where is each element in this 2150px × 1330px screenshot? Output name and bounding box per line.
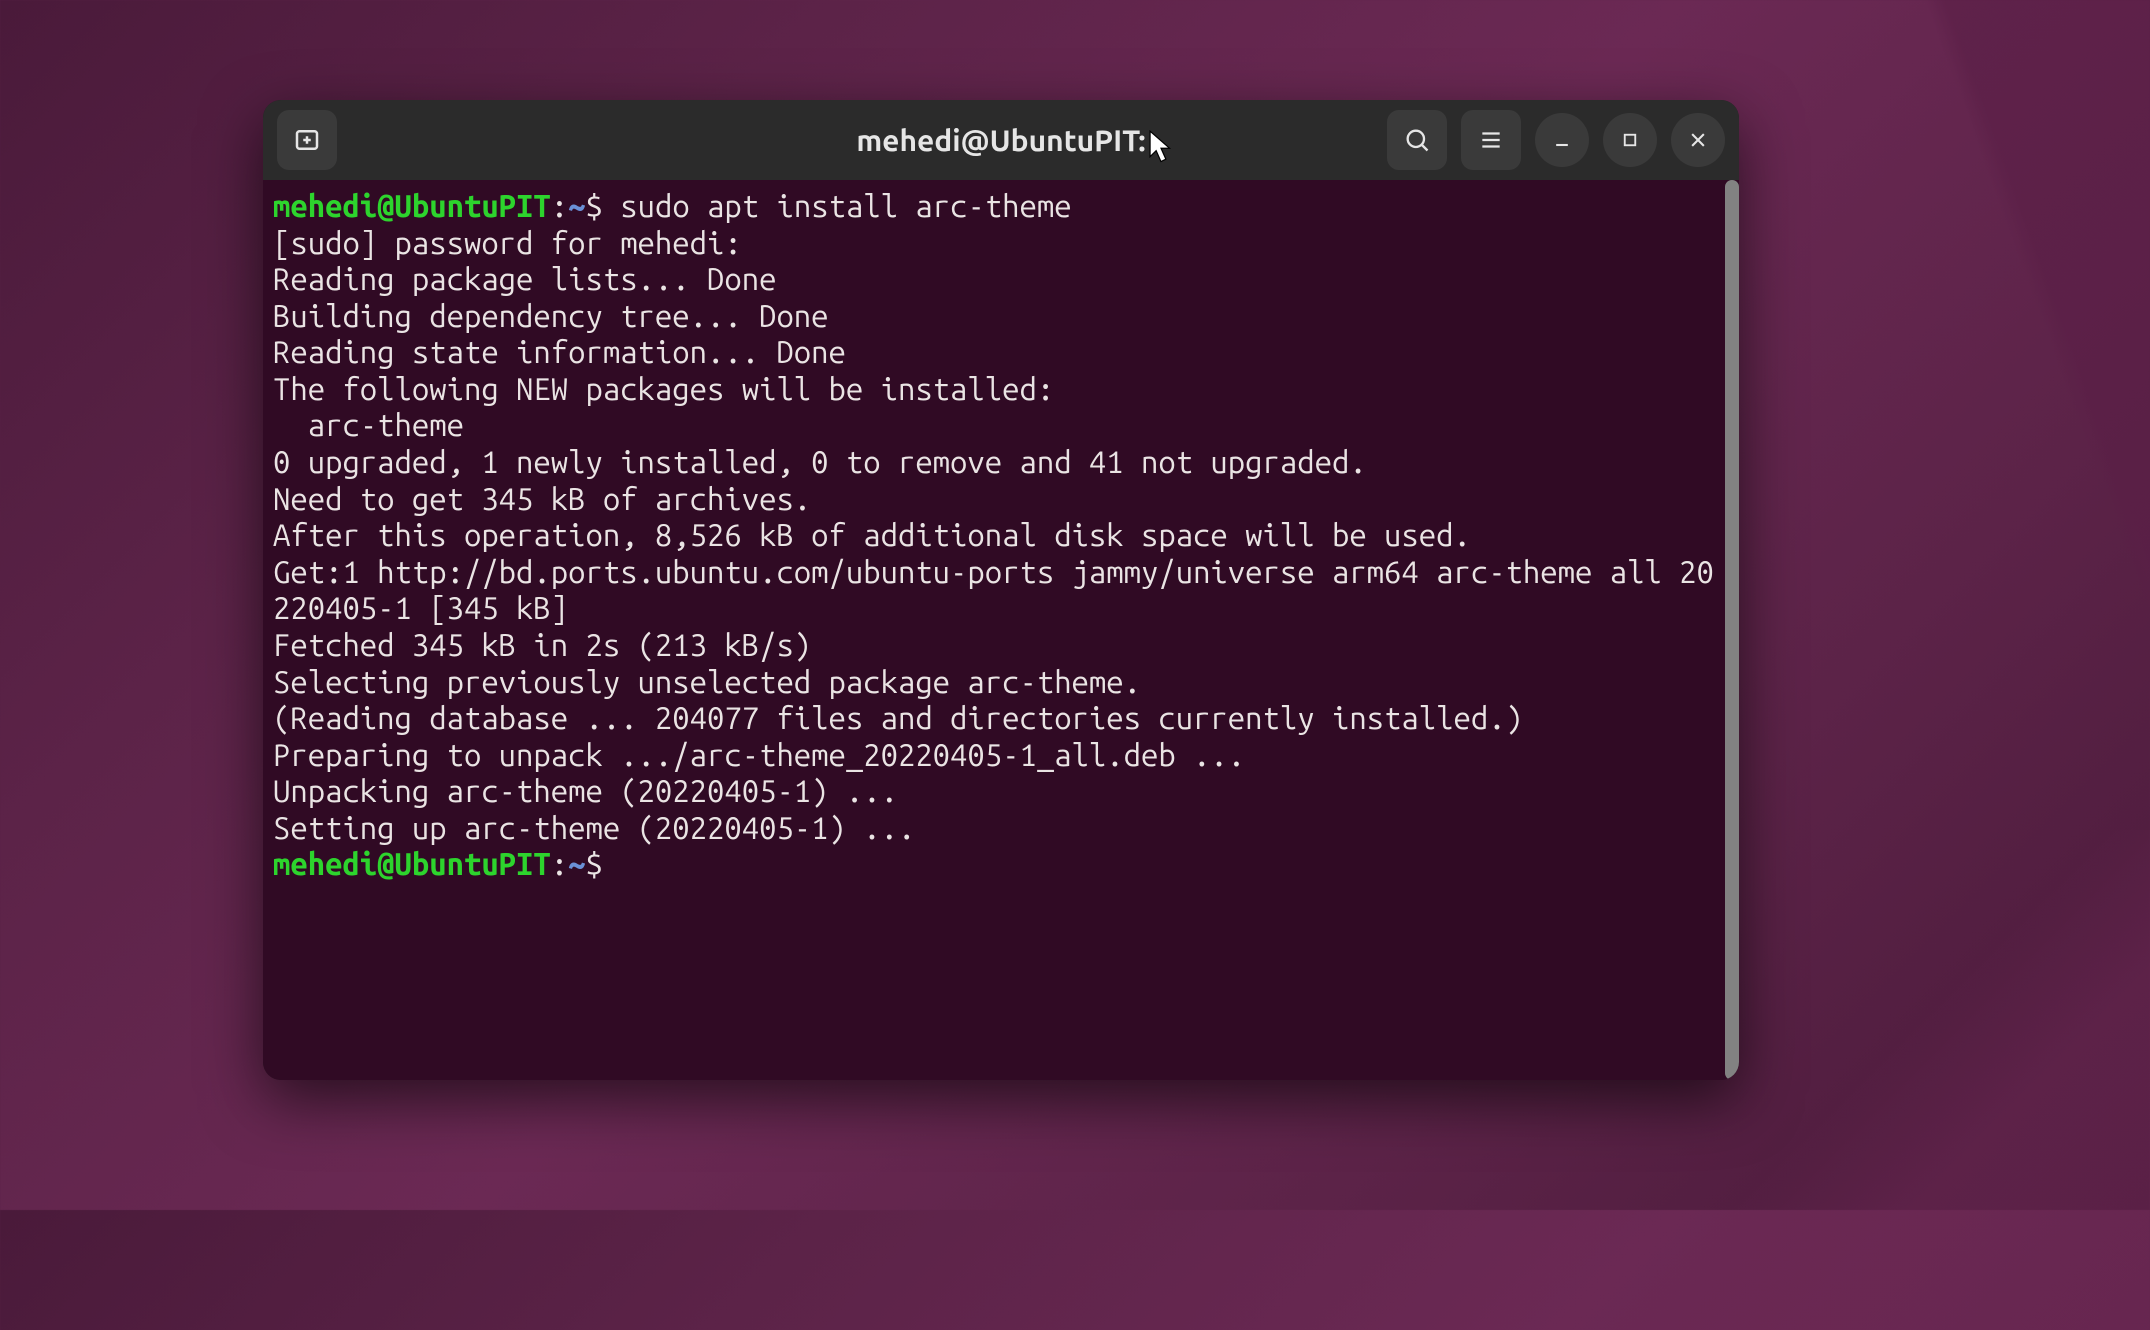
terminal-line: Reading state information... Done — [273, 334, 1729, 371]
search-button[interactable] — [1387, 110, 1447, 170]
maximize-icon — [1621, 131, 1639, 149]
terminal-line: Building dependency tree... Done — [273, 298, 1729, 335]
minimize-icon — [1552, 130, 1572, 150]
terminal-line: Fetched 345 kB in 2s (213 kB/s) — [273, 627, 1729, 664]
terminal-line: Selecting previously unselected package … — [273, 664, 1729, 701]
prompt-user-host: mehedi@UbuntuPIT — [273, 846, 551, 881]
terminal-window: mehedi@UbuntuPIT: — [263, 100, 1739, 1080]
new-tab-icon — [292, 125, 322, 155]
prompt-colon: : — [551, 188, 568, 223]
titlebar[interactable]: mehedi@UbuntuPIT: — [263, 100, 1739, 180]
terminal-line: Reading package lists... Done — [273, 261, 1729, 298]
scrollbar[interactable] — [1725, 180, 1739, 1080]
command-text: sudo apt install arc-theme — [620, 188, 1071, 223]
terminal-line: mehedi@UbuntuPIT:~$ — [273, 846, 1729, 883]
prompt-colon: : — [551, 846, 568, 881]
terminal-body[interactable]: mehedi@UbuntuPIT:~$ sudo apt install arc… — [263, 180, 1739, 1080]
terminal-line: The following NEW packages will be insta… — [273, 371, 1729, 408]
terminal-line: (Reading database ... 204077 files and d… — [273, 700, 1729, 737]
prompt-user-host: mehedi@UbuntuPIT — [273, 188, 551, 223]
new-tab-button[interactable] — [277, 110, 337, 170]
terminal-line: Get:1 http://bd.ports.ubuntu.com/ubuntu-… — [273, 554, 1729, 627]
prompt-symbol: $ — [586, 188, 603, 223]
terminal-line: After this operation, 8,526 kB of additi… — [273, 517, 1729, 554]
prompt-symbol: $ — [586, 846, 603, 881]
terminal-line: Setting up arc-theme (20220405-1) ... — [273, 810, 1729, 847]
terminal-line: Unpacking arc-theme (20220405-1) ... — [273, 773, 1729, 810]
terminal-line: Need to get 345 kB of archives. — [273, 481, 1729, 518]
prompt-path: ~ — [568, 846, 585, 881]
close-button[interactable] — [1671, 113, 1725, 167]
terminal-line: Preparing to unpack .../arc-theme_202204… — [273, 737, 1729, 774]
terminal-line: arc-theme — [273, 407, 1729, 444]
terminal-line: [sudo] password for mehedi: — [273, 225, 1729, 262]
terminal-line: mehedi@UbuntuPIT:~$ sudo apt install arc… — [273, 188, 1729, 225]
maximize-button[interactable] — [1603, 113, 1657, 167]
search-icon — [1403, 126, 1431, 154]
prompt-path: ~ — [568, 188, 585, 223]
menu-button[interactable] — [1461, 110, 1521, 170]
terminal-line: 0 upgraded, 1 newly installed, 0 to remo… — [273, 444, 1729, 481]
minimize-button[interactable] — [1535, 113, 1589, 167]
hamburger-icon — [1478, 127, 1504, 153]
close-icon — [1688, 130, 1708, 150]
terminal-output: [sudo] password for mehedi: Reading pack… — [273, 225, 1729, 847]
